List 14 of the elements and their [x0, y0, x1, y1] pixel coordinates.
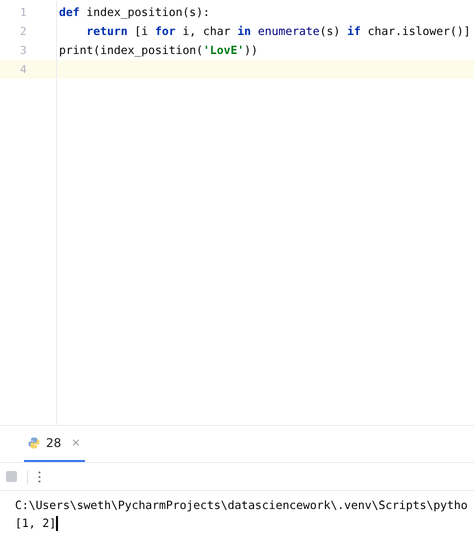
code-line: return [i for i, char in enumerate(s) if char.islower()]	[85, 24, 471, 38]
line-number: 2	[20, 25, 27, 38]
console-output: C:\Users\sweth\PycharmProjects\datasciencework\.venv\Scripts\pytho	[15, 497, 468, 514]
code-line: print(index_position('LovE'))	[59, 43, 258, 57]
code-line: def index_position(s):	[59, 5, 210, 19]
text-cursor	[56, 516, 58, 530]
line-number: 1	[20, 6, 27, 19]
tab-label: 28	[46, 435, 62, 452]
run-tab[interactable]: 28 ×	[24, 426, 84, 462]
line-number: 4	[20, 63, 27, 76]
more-icon[interactable]	[38, 470, 41, 482]
line-number: 3	[20, 44, 27, 57]
python-icon	[28, 437, 40, 449]
console-output: [1, 2]	[15, 515, 56, 532]
